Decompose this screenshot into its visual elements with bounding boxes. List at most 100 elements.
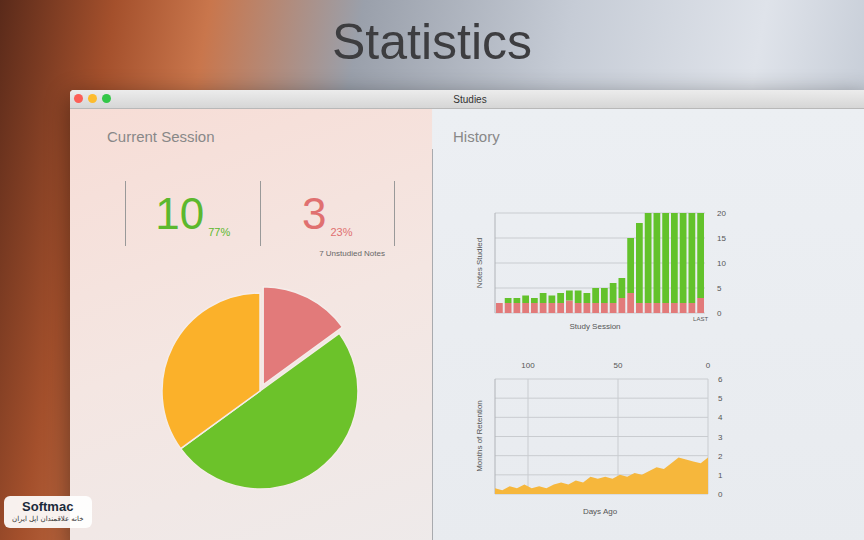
y-tick: 2 [718,452,723,461]
close-button[interactable] [74,94,83,103]
grid-line [495,436,708,437]
current-session-heading: Current Session [70,127,432,147]
stat-cell: 1077% [126,181,260,246]
bar-segment [689,213,696,303]
bar-segment [689,303,696,313]
last-label: LAST [693,316,708,322]
y-tick: 3 [718,433,723,442]
pie-chart [150,281,370,501]
bar [531,298,538,313]
banner-title: Statistics [0,0,864,72]
x-axis-label: Study Session [569,322,620,331]
grid-line [528,379,529,494]
pie-slice [162,293,260,449]
bar [601,288,608,313]
x-tick: 0 [706,361,711,370]
bar-segment [619,298,626,313]
zoom-button[interactable] [102,94,111,103]
bar-segment [522,296,529,304]
bar-segment [627,293,634,313]
bar-segment [575,303,582,313]
bar [522,296,529,314]
bar-segment [557,303,564,313]
y-tick: 5 [718,394,723,403]
window-controls [74,94,111,103]
bar-segment [531,298,538,303]
grid-line [495,398,708,399]
bar [514,298,521,313]
bar-segment [557,293,564,303]
y-axis-label: Notes Studied [475,238,484,288]
y-axis-line [495,379,496,494]
bar [619,278,626,313]
bar [566,291,573,314]
bar [584,293,591,313]
bar [610,283,617,313]
bar-segment [619,278,626,298]
bar [627,238,634,313]
x-tick: 50 [614,361,623,370]
y-tick: 4 [718,413,723,422]
bar-segment [671,213,678,303]
window-body: Current Session 1077%323%7 Unstudied Note… [70,109,864,540]
bar-segment [522,303,529,313]
bar [549,296,556,314]
note-row: 7 Unstudied Notes [125,246,393,260]
y-tick: 6 [718,375,723,384]
bar-segment [514,298,521,303]
bar-segment [636,303,643,313]
retention-area [495,458,708,494]
bar-segment [654,213,661,303]
desktop: StatisticsStudiesCurrent Session1077%323… [0,0,864,540]
bar-segment [697,298,704,313]
watermark: Softmacخانه علاقمندان اپل ایران [4,496,92,528]
bar [697,213,704,313]
bar-segment [662,213,669,303]
stat-value: 3 [302,189,326,239]
bar-segment [601,288,608,303]
title-bar[interactable]: Studies [70,90,864,109]
bar-segment [505,303,512,313]
bar-segment [671,303,678,313]
bar-segment [610,303,617,313]
current-session-panel: Current Session 1077%323%7 Unstudied Note… [70,109,432,540]
watermark-brand: Softmac [22,499,73,514]
bar-segment [549,303,556,313]
grid-line [495,417,708,418]
stat-value: 10 [155,189,204,239]
bar [505,298,512,313]
stat-cell: 323% [260,181,395,246]
bar-segment [697,213,704,298]
minimize-button[interactable] [88,94,97,103]
bar-segment [575,291,582,304]
bar-segment [654,303,661,313]
bar [540,293,547,313]
bar [671,213,678,313]
stats-row: 1077%323% [125,181,395,246]
x-axis-label: Days Ago [583,507,618,516]
bar-segment [584,293,591,303]
history-heading: History [433,127,864,147]
bar [575,291,582,314]
bar-segment [636,223,643,303]
unstudied-note: 7 Unstudied Notes [319,246,385,260]
bar [592,288,599,313]
y-tick: 1 [718,471,723,480]
watermark-tagline: خانه علاقمندان اپل ایران [12,514,84,524]
bar-segment [505,298,512,303]
bar-segment [601,303,608,313]
y-tick: 0 [717,309,722,318]
y-tick: 20 [717,209,726,218]
retention-area-chart: 1005000123456Months of RetentionDays Ago [470,356,740,526]
bar-segment [566,291,573,301]
bar [645,213,652,313]
bar [680,213,687,313]
bar [662,213,669,313]
bar-segment [584,303,591,313]
grid-line [495,455,708,456]
bar [654,213,661,313]
bar [636,223,643,313]
grid-line [495,379,708,380]
y-tick: 0 [718,490,723,499]
bar-segment [549,296,556,304]
